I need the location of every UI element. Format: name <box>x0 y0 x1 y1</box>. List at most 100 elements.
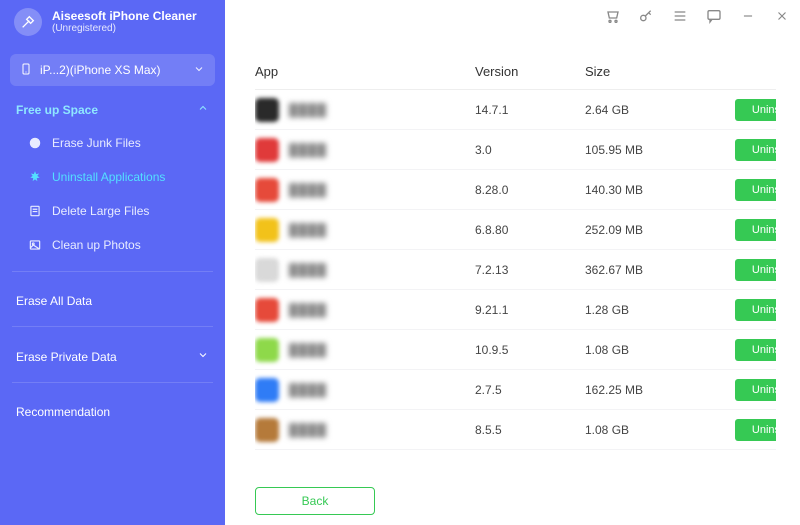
app-name-blurred: ████ <box>289 143 327 157</box>
app-cell: ████ <box>255 138 475 162</box>
col-app: App <box>255 64 475 79</box>
col-version: Version <box>475 64 585 79</box>
app-name-blurred: ████ <box>289 223 327 237</box>
back-button[interactable]: Back <box>255 487 375 515</box>
divider <box>12 382 213 383</box>
app-cell: ████ <box>255 178 475 202</box>
photo-icon <box>28 238 42 252</box>
divider <box>12 271 213 272</box>
app-icon <box>255 418 279 442</box>
app-cell: ████ <box>255 298 475 322</box>
app-name-blurred: ████ <box>289 183 327 197</box>
cart-icon[interactable] <box>602 6 622 26</box>
uninstall-button[interactable]: Uninstall <box>735 99 776 121</box>
sidebar-item-erase-private[interactable]: Erase Private Data <box>10 339 215 370</box>
uninstall-button[interactable]: Uninstall <box>735 139 776 161</box>
minimize-icon[interactable] <box>738 6 758 26</box>
table-row: ████ 7.2.13362.67 MBUninstall <box>255 250 776 290</box>
brand: Aiseesoft iPhone Cleaner (Unregistered) <box>0 0 211 44</box>
app-name-blurred: ████ <box>289 423 327 437</box>
app-list[interactable]: ████14.7.12.64 GBUninstall████3.0105.95 … <box>255 90 776 477</box>
cell-size: 1.08 GB <box>585 423 735 437</box>
close-icon[interactable] <box>772 6 792 26</box>
burst-icon <box>28 170 42 184</box>
titlebar: Aiseesoft iPhone Cleaner (Unregistered) <box>0 0 800 48</box>
table-header: App Version Size <box>255 48 776 89</box>
cell-version: 3.0 <box>475 143 585 157</box>
nav-group-label: Free up Space <box>16 103 98 117</box>
device-label: iP...2)(iPhone XS Max) <box>40 63 161 77</box>
table-row: ████6.8.80252.09 MBUninstall <box>255 210 776 250</box>
app-name-blurred: ████ <box>289 103 327 117</box>
chevron-down-icon <box>197 349 209 364</box>
uninstall-button[interactable]: Uninstall <box>735 299 776 321</box>
app-cell: ████ <box>255 98 475 122</box>
footer: Back <box>255 477 776 517</box>
chat-icon[interactable] <box>704 6 724 26</box>
cell-size: 105.95 MB <box>585 143 735 157</box>
app-cell: ████ <box>255 418 475 442</box>
sidebar-item-label: Erase Junk Files <box>52 136 141 150</box>
nav-group-free-up-space[interactable]: Free up Space <box>10 92 215 123</box>
cell-version: 8.28.0 <box>475 183 585 197</box>
phone-icon <box>20 61 32 80</box>
table-row: ████ 10.9.51.08 GBUninstall <box>255 330 776 370</box>
sidebar-item-label: Delete Large Files <box>52 204 149 218</box>
sidebar-item-label: Erase All Data <box>16 294 92 308</box>
sidebar-item-delete-large[interactable]: Delete Large Files <box>10 197 215 225</box>
uninstall-button[interactable]: Uninstall <box>735 179 776 201</box>
file-icon <box>28 204 42 218</box>
cell-version: 9.21.1 <box>475 303 585 317</box>
table-row: ████ 3.0105.95 MBUninstall <box>255 130 776 170</box>
sidebar-item-recommendation[interactable]: Recommendation <box>10 395 215 425</box>
cell-size: 1.08 GB <box>585 343 735 357</box>
uninstall-button[interactable]: Uninstall <box>735 219 776 241</box>
app-icon <box>255 178 279 202</box>
sidebar-item-label: Uninstall Applications <box>52 170 165 184</box>
app-icon <box>255 258 279 282</box>
device-selector[interactable]: iP...2)(iPhone XS Max) <box>10 54 215 86</box>
app-logo-icon <box>14 8 42 36</box>
cell-size: 2.64 GB <box>585 103 735 117</box>
table-row: ████2.7.5162.25 MBUninstall <box>255 370 776 410</box>
table-row: ████ 8.5.51.08 GBUninstall <box>255 410 776 450</box>
cell-size: 1.28 GB <box>585 303 735 317</box>
cell-size: 140.30 MB <box>585 183 735 197</box>
menu-icon[interactable] <box>670 6 690 26</box>
cell-version: 10.9.5 <box>475 343 585 357</box>
app-icon <box>255 98 279 122</box>
sidebar-item-clean-photos[interactable]: Clean up Photos <box>10 231 215 259</box>
app-name-blurred: ████ <box>289 263 327 277</box>
key-icon[interactable] <box>636 6 656 26</box>
app-icon <box>255 218 279 242</box>
brand-title-1: Aiseesoft iPhone <box>52 9 149 23</box>
sidebar-item-erase-junk[interactable]: Erase Junk Files <box>10 129 215 157</box>
sidebar-item-erase-all[interactable]: Erase All Data <box>10 284 215 314</box>
brand-title-2: Cleaner <box>153 9 197 23</box>
sidebar-item-uninstall-apps[interactable]: Uninstall Applications <box>10 163 215 191</box>
main: iP...2)(iPhone XS Max) Free up Space Era… <box>0 48 800 525</box>
chevron-up-icon <box>197 102 209 117</box>
app-name-blurred: ████ <box>289 343 327 357</box>
uninstall-button[interactable]: Uninstall <box>735 419 776 441</box>
cell-version: 7.2.13 <box>475 263 585 277</box>
sidebar: iP...2)(iPhone XS Max) Free up Space Era… <box>0 48 225 525</box>
app-name-blurred: ████ <box>289 303 327 317</box>
table-row: ████ 9.21.11.28 GBUninstall <box>255 290 776 330</box>
table-row: ████14.7.12.64 GBUninstall <box>255 90 776 130</box>
cell-size: 162.25 MB <box>585 383 735 397</box>
uninstall-button[interactable]: Uninstall <box>735 379 776 401</box>
app-icon <box>255 138 279 162</box>
titlebar-actions <box>602 6 792 26</box>
app-cell: ████ <box>255 338 475 362</box>
uninstall-button[interactable]: Uninstall <box>735 259 776 281</box>
cell-version: 8.5.5 <box>475 423 585 437</box>
cell-size: 362.67 MB <box>585 263 735 277</box>
app-icon <box>255 338 279 362</box>
clock-icon <box>28 136 42 150</box>
app-name-blurred: ████ <box>289 383 327 397</box>
uninstall-button[interactable]: Uninstall <box>735 339 776 361</box>
sidebar-item-label: Recommendation <box>16 405 110 419</box>
brand-status: (Unregistered) <box>52 23 197 34</box>
chevron-down-icon <box>193 63 205 78</box>
